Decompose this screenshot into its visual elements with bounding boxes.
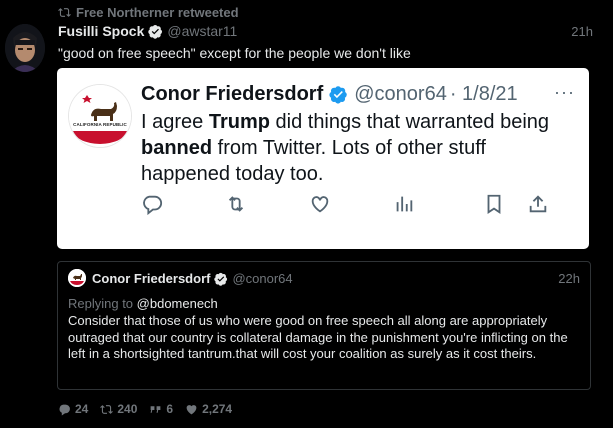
retweet-stat[interactable]: 240 xyxy=(100,402,137,416)
quote-text: Consider that those of us who were good … xyxy=(68,313,568,361)
tweet-time[interactable]: 21h xyxy=(571,24,593,39)
tweet-header: Fusilli Spock @awstar11 21h xyxy=(58,22,593,40)
like-stat[interactable]: 2,274 xyxy=(185,402,232,416)
embed-handle: @conor64 xyxy=(354,82,447,105)
embed-author-name: Conor Friedersdorf xyxy=(141,82,324,105)
like-count: 2,274 xyxy=(202,402,233,416)
embed-body-part: did things that warranted being xyxy=(269,111,550,133)
author-handle[interactable]: @awstar11 xyxy=(167,23,237,39)
like-icon xyxy=(186,404,197,414)
quote-stat[interactable]: 6 xyxy=(149,402,173,416)
retweet-icon xyxy=(58,7,71,17)
replying-to-link[interactable]: @bdomenech xyxy=(137,296,218,311)
retweet-count: 240 xyxy=(117,402,138,416)
share-icon xyxy=(527,193,551,217)
embed-date: · 1/8/21 xyxy=(449,82,518,105)
reply-stat[interactable]: 24 xyxy=(58,402,88,416)
embedded-tweet-image[interactable]: CALIFORNIA REPUBLIC Conor Friedersdorf @… xyxy=(57,68,589,249)
reply-icon xyxy=(59,404,70,415)
verified-icon xyxy=(329,85,348,104)
quote-time[interactable]: 22h xyxy=(558,271,580,286)
tweet-stats: 24 240 6 2,274 xyxy=(58,401,244,417)
replying-to: Replying to @bdomenech xyxy=(68,296,218,311)
verified-icon xyxy=(148,24,163,39)
california-flag-icon xyxy=(68,269,86,287)
quote-count: 6 xyxy=(166,402,174,416)
analytics-icon xyxy=(393,193,417,217)
avatar[interactable] xyxy=(5,24,45,72)
verified-icon xyxy=(214,272,228,286)
retweet-label: Free Northerner retweeted xyxy=(76,4,239,20)
quote-header: Conor Friedersdorf @conor64 22h xyxy=(92,270,580,287)
quote-avatar xyxy=(68,269,86,287)
reply-icon xyxy=(141,193,165,217)
like-icon xyxy=(309,193,333,217)
quote-handle[interactable]: @conor64 xyxy=(232,271,292,286)
embed-action-bar xyxy=(141,193,571,217)
embed-avatar: CALIFORNIA REPUBLIC xyxy=(69,85,131,147)
retweet-icon xyxy=(225,193,249,217)
california-flag-icon xyxy=(69,85,131,147)
reply-count: 24 xyxy=(75,402,89,416)
replying-prefix: Replying to xyxy=(68,296,137,311)
embed-body-bold: banned xyxy=(141,137,213,159)
embed-avatar-label: CALIFORNIA REPUBLIC xyxy=(73,122,127,127)
more-options-icon: ··· xyxy=(554,82,575,102)
retweet-indicator[interactable]: Free Northerner retweeted xyxy=(58,4,239,20)
retweet-icon xyxy=(100,404,114,414)
quoted-tweet[interactable]: Conor Friedersdorf @conor64 22h Replying… xyxy=(57,261,591,390)
bookmark-icon xyxy=(483,193,507,217)
embed-body-bold: Trump xyxy=(208,111,270,133)
embed-body-part: I agree xyxy=(141,111,209,133)
avatar-image xyxy=(5,24,45,72)
embed-header: Conor Friedersdorf @conor64 · 1/8/21 xyxy=(141,81,518,107)
embed-body: I agree Trump did things that warranted … xyxy=(141,109,571,187)
tweet-text: "good on free speech" except for the peo… xyxy=(58,45,411,61)
author-name[interactable]: Fusilli Spock xyxy=(58,23,144,39)
quote-author-name[interactable]: Conor Friedersdorf xyxy=(92,271,210,286)
quote-icon xyxy=(151,405,161,413)
